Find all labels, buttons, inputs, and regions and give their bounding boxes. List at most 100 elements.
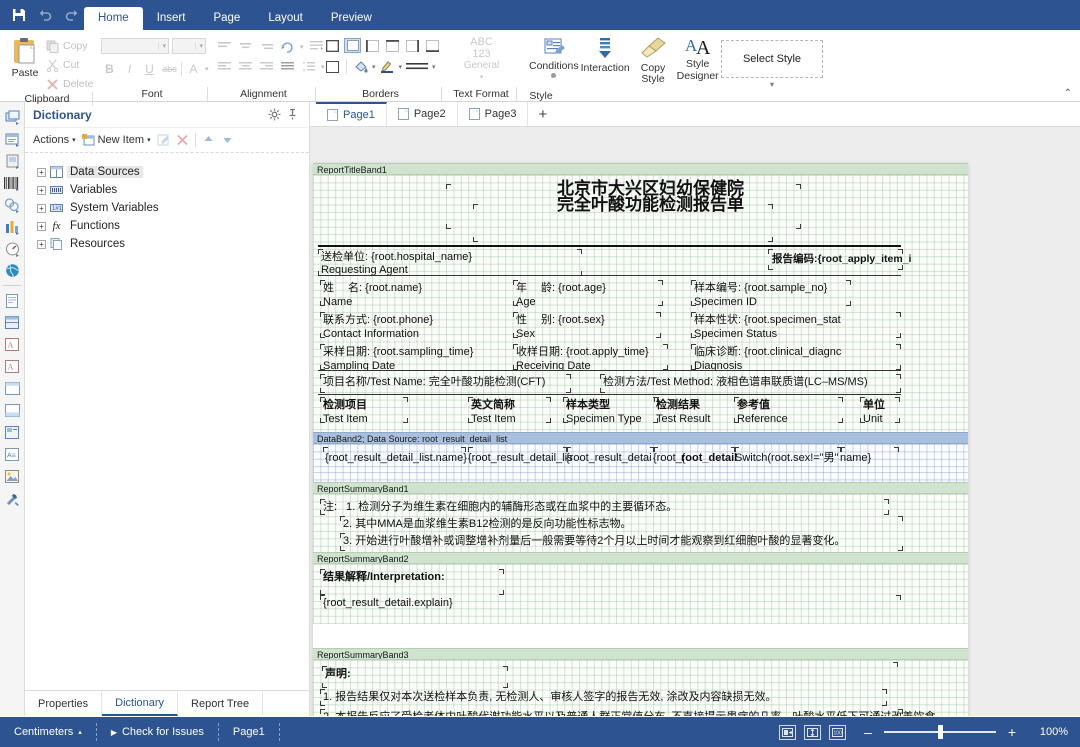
move-down-button[interactable] — [221, 134, 234, 146]
italic-button[interactable]: I — [121, 60, 138, 77]
cut-button[interactable]: Cut — [46, 57, 93, 73]
tab-report-tree[interactable]: Report Tree — [178, 691, 264, 716]
barcode-icon[interactable]: ▸ — [1, 172, 23, 193]
field-diagnosis-cn[interactable]: 临床诊断: {root.clinical_diagnc — [694, 346, 841, 358]
font-name-select[interactable]: ▾ — [101, 38, 169, 54]
tab-page[interactable]: Page — [199, 7, 254, 30]
map-icon[interactable] — [1, 260, 23, 281]
chart-icon[interactable]: ▸ — [1, 216, 23, 237]
tree-node-data-sources[interactable]: + Data Sources — [37, 163, 309, 181]
copy-button[interactable]: Copy — [46, 38, 93, 54]
panel-icon[interactable] — [1, 290, 23, 311]
move-up-button[interactable] — [202, 134, 215, 146]
tree-node-functions[interactable]: + fx Functions — [37, 217, 309, 235]
expand-icon[interactable]: + — [37, 167, 46, 177]
style-designer-button[interactable]: A A Style Designer — [676, 34, 719, 82]
expand-icon[interactable]: + — [37, 239, 46, 249]
zoom-slider[interactable] — [884, 725, 996, 739]
col-header-2-en[interactable]: Specimen Type — [566, 413, 642, 425]
font-color-button[interactable]: A — [185, 60, 202, 77]
tab-layout[interactable]: Layout — [254, 7, 317, 30]
actions-dropdown[interactable]: Actions ▾ — [33, 134, 76, 146]
tab-home[interactable]: Home — [84, 7, 143, 30]
select-style-dropdown[interactable]: Select Style — [721, 40, 823, 78]
actions-chevron-down-icon[interactable]: ▾ — [72, 136, 76, 144]
band-body[interactable]: 姓 名: {root.name} Name 年 龄: {root.age} Ag… — [313, 275, 968, 372]
summary1-label[interactable]: 注: — [323, 501, 337, 513]
field-sample-no-en[interactable]: Specimen ID — [694, 296, 757, 308]
band-header-label[interactable]: DataBand2; Data Source: root_result_deta… — [313, 432, 968, 444]
align-justify-icon[interactable] — [279, 59, 296, 74]
band-report-summary-3[interactable]: ReportSummaryBand3 声明: 1. 报告结果仅对本次送检样本负责… — [313, 648, 968, 716]
check-for-issues-button[interactable]: ▶ Check for Issues — [97, 723, 219, 741]
col-header-3-en[interactable]: Test Result — [656, 413, 710, 425]
band-header-label[interactable]: ReportSummaryBand3 — [313, 648, 968, 660]
col-header-0-cn[interactable]: 检测项目 — [323, 399, 367, 411]
expand-icon[interactable]: + — [37, 185, 46, 195]
report-code-field[interactable]: 报告编码:{root_apply_item_i — [772, 253, 911, 265]
band-body[interactable]: 声明: 1. 报告结果仅对本次送检样本负责, 无检测人、审核人签字的报告无效, … — [313, 660, 968, 716]
bold-button[interactable]: B — [101, 60, 118, 77]
border-right-icon[interactable] — [404, 38, 421, 53]
text-format-chevron-down-icon[interactable]: ▾ — [464, 72, 500, 84]
collapse-ribbon-icon[interactable]: ⌃ — [1064, 88, 1072, 99]
band-report-summary-1[interactable]: ReportSummaryBand1 注: 1. 检测分子为维生素在细胞内的辅酶… — [313, 482, 968, 552]
align-bottom-icon[interactable] — [258, 39, 275, 54]
test-method-field[interactable]: 检测方法/Test Method: 液相色谱串联质谱(LC–MS/MS) — [603, 376, 868, 388]
field-phone-en[interactable]: Contact Information — [323, 328, 419, 340]
col-header-1-cn[interactable]: 英文简称 — [471, 399, 515, 411]
hospital-name-field[interactable]: 送检单位: {root.hospital_name} — [321, 251, 472, 263]
conditions-button[interactable]: Conditions — [529, 34, 579, 78]
delete-item-button[interactable] — [176, 134, 189, 146]
band-header-label[interactable]: ReportTitleBand1 — [313, 163, 968, 175]
text-rotation-icon[interactable] — [279, 39, 296, 54]
col-header-5-cn[interactable]: 单位 — [863, 399, 885, 411]
picture-box-icon[interactable] — [1, 466, 23, 487]
summary1-note-3[interactable]: 3. 开始进行叶酸增补或调整增补剂量后一般需要等待2个月以上时间才能观察到红细胞… — [343, 535, 845, 547]
clone-panel-icon[interactable] — [1, 400, 23, 421]
field-phone-cn[interactable]: 联系方式: {root.phone} — [323, 314, 433, 326]
font-color-chevron-down-icon[interactable]: ▾ — [205, 65, 209, 73]
zoom-out-button[interactable]: – — [862, 724, 874, 740]
field-sample-no-cn[interactable]: 样本编号: {root.sample_no} — [694, 282, 827, 294]
field-specimen-status-cn[interactable]: 样本性状: {root.specimen_stat — [694, 314, 841, 326]
copy-style-button[interactable]: Copy Style — [632, 34, 675, 85]
zoom-slider-thumb[interactable] — [938, 725, 943, 739]
fill-color-chevron-down-icon[interactable]: ▾ — [372, 63, 376, 71]
test-name-field[interactable]: 项目名称/Test Name: 完全叶酸功能检测(CFT) — [323, 376, 545, 388]
summary2-title[interactable]: 结果解释/Interpretation: — [323, 571, 445, 583]
col-header-1-en[interactable]: Test Item — [471, 413, 516, 425]
tree-node-system-variables[interactable]: + 1#1 System Variables — [37, 199, 309, 217]
rich-text-icon[interactable]: ▸ — [1, 128, 23, 149]
band-header-label[interactable]: ReportSummaryBand1 — [313, 482, 968, 494]
tab-properties[interactable]: Properties — [25, 691, 103, 716]
data-cell-6[interactable]: name} — [840, 452, 871, 464]
undo-icon[interactable] — [32, 0, 58, 30]
border-style-chevron-down-icon[interactable]: ▾ — [432, 63, 436, 71]
report-title-component[interactable]: 北京市大兴区妇幼保健院 完全叶酸功能检测报告单 — [528, 180, 773, 213]
underline-button[interactable]: U — [141, 60, 158, 77]
redo-icon[interactable] — [58, 0, 84, 30]
data-cell-5[interactable]: Switch(root.sex!="男" — [735, 452, 838, 464]
delete-button[interactable]: Delete — [46, 76, 93, 92]
band-report-summary-2[interactable]: ReportSummaryBand2 结果解释/Interpretation: … — [313, 552, 968, 648]
edit-item-button[interactable] — [157, 134, 170, 146]
field-age-en[interactable]: Age — [516, 296, 536, 308]
expand-icon[interactable]: + — [37, 221, 46, 231]
fill-color-icon[interactable] — [352, 59, 369, 74]
interaction-button[interactable]: Interaction — [581, 34, 630, 74]
band-body[interactable]: 项目名称/Test Name: 完全叶酸功能检测(CFT) 检测方法/Test … — [313, 370, 968, 432]
align-left-icon[interactable] — [216, 59, 233, 74]
band-body[interactable]: 北京市大兴区妇幼保健院 完全叶酸功能检测报告单 送检单位: {root.hosp… — [313, 175, 968, 276]
col-header-5-en[interactable]: Unit — [863, 413, 883, 425]
image-component-icon[interactable]: ▸ — [1, 150, 23, 171]
band-patient-fields[interactable]: 姓 名: {root.name} Name 年 龄: {root.age} Ag… — [313, 275, 968, 372]
new-item-dropdown[interactable]: New Item ▾ — [81, 134, 151, 146]
sub-report-icon[interactable] — [1, 378, 23, 399]
band-header-label[interactable]: ReportSummaryBand2 — [313, 552, 968, 564]
band-body[interactable]: {root_result_detail_list.name} {root_res… — [313, 444, 968, 472]
summary1-note-1[interactable]: 1. 检测分子为维生素在细胞内的辅酶形态或在血浆中的主要循环态。 — [346, 501, 677, 513]
field-name-cn[interactable]: 姓 名: {root.name} — [323, 282, 422, 294]
border-all-icon[interactable] — [324, 38, 341, 53]
band-test-header[interactable]: 项目名称/Test Name: 完全叶酸功能检测(CFT) 检测方法/Test … — [313, 370, 968, 432]
